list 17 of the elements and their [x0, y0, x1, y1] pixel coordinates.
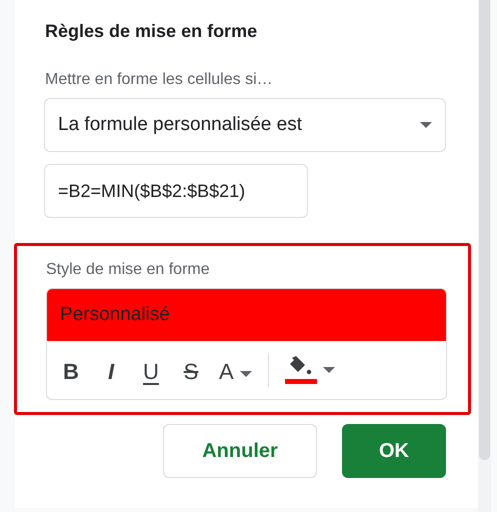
panel-title: Règles de mise en forme [45, 20, 258, 43]
bold-button[interactable]: B [59, 355, 83, 385]
style-preview: Personnalisé [47, 289, 446, 341]
dropdown-caret-icon [420, 122, 432, 128]
dropdown-caret-icon [322, 367, 335, 373]
section-label: Style de mise en forme [46, 260, 211, 280]
field-label: Mettre en forme les cellules si… [45, 70, 274, 90]
italic-button[interactable]: I [99, 355, 123, 385]
ok-button[interactable]: OK [342, 424, 446, 478]
underline-button[interactable]: U [139, 355, 163, 385]
text-color-button[interactable]: A [219, 355, 252, 385]
cancel-button[interactable]: Annuler [163, 424, 317, 478]
scrollbar-thumb[interactable] [479, 0, 490, 460]
condition-dropdown[interactable]: La formule personnalisée est [44, 98, 446, 152]
strikethrough-button[interactable]: S [179, 355, 203, 385]
formula-field[interactable]: =B2=MIN($B$2:$B$21) [44, 164, 308, 218]
dropdown-caret-icon [240, 371, 252, 377]
